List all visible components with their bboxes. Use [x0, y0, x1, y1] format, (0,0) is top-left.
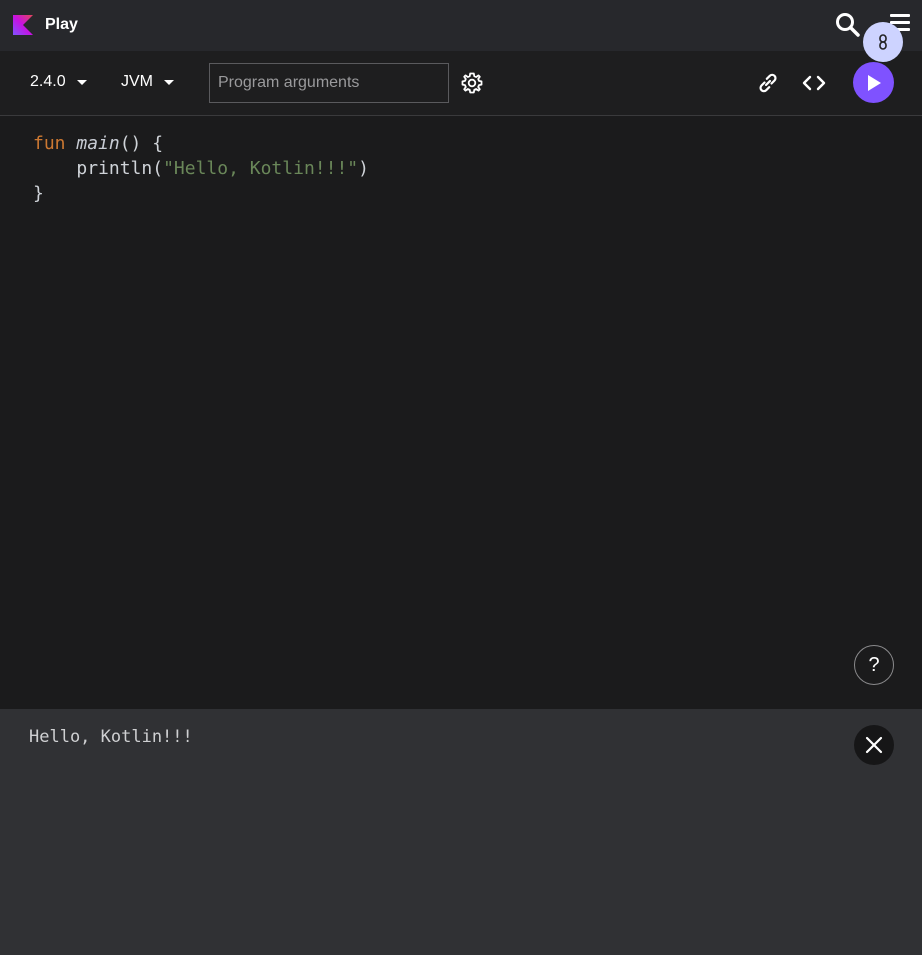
caret-down-icon: [76, 79, 87, 85]
string-token: "Hello, Kotlin!!!": [163, 158, 359, 179]
run-button[interactable]: [853, 62, 894, 103]
call-token: println(: [76, 158, 164, 179]
version-label: 2.4.0: [30, 73, 66, 90]
editor-toolbar: 2.4.0 JVM: [0, 51, 922, 116]
code-line-1: fun main() {: [33, 131, 369, 156]
search-icon[interactable]: [834, 11, 862, 39]
chain-link-icon: [879, 34, 887, 50]
top-navigation-bar: Play: [0, 0, 922, 62]
kotlin-logo-icon[interactable]: [13, 15, 33, 35]
code-line-3: }: [33, 181, 369, 206]
brand-title[interactable]: Play: [45, 16, 78, 34]
output-console: Hello, Kotlin!!!: [0, 709, 922, 955]
program-arguments-input[interactable]: [209, 63, 449, 103]
platform-dropdown[interactable]: JVM: [121, 73, 174, 91]
keyword-token: fun: [33, 133, 66, 154]
caret-down-icon: [164, 79, 174, 85]
floating-link-bubble[interactable]: [863, 22, 903, 62]
close-icon: [865, 736, 883, 754]
code-content[interactable]: fun main() { println("Hello, Kotlin!!!")…: [33, 131, 369, 206]
code-line-2: println("Hello, Kotlin!!!"): [33, 156, 369, 181]
closing-brace-token: }: [33, 183, 44, 204]
code-editor[interactable]: fun main() { println("Hello, Kotlin!!!")…: [0, 116, 922, 709]
help-button[interactable]: ?: [854, 645, 894, 685]
close-output-button[interactable]: [854, 725, 894, 765]
punctuation-token: () {: [119, 133, 164, 154]
indent-token: [33, 158, 76, 179]
version-dropdown[interactable]: 2.4.0: [30, 73, 87, 91]
play-icon: [867, 74, 881, 91]
link-icon[interactable]: [755, 71, 781, 95]
function-name-token: main: [76, 133, 120, 154]
punctuation-token: ): [358, 158, 369, 179]
gear-icon[interactable]: [460, 71, 484, 95]
console-output-text: Hello, Kotlin!!!: [29, 727, 193, 747]
code-brackets-icon[interactable]: [801, 71, 827, 95]
platform-label: JVM: [121, 73, 153, 90]
